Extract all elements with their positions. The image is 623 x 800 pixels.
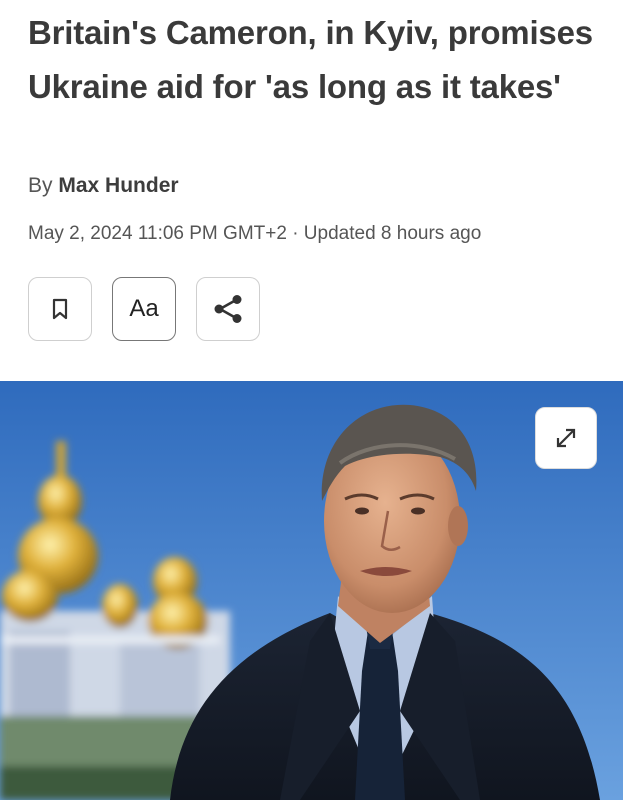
hero-photo [0, 381, 623, 800]
headline: Britain's Cameron, in Kyiv, promises Ukr… [28, 14, 593, 105]
byline-prefix: By [28, 174, 53, 197]
bookmark-button[interactable] [28, 277, 92, 341]
font-size-label: Aa [129, 295, 159, 322]
bookmark-icon [52, 298, 68, 320]
dateline: May 2, 2024 11:06 PM GMT+2 · Updated 8 h… [28, 223, 482, 244]
hero-image[interactable] [0, 381, 623, 800]
article-toolbar: Aa [28, 277, 260, 341]
share-icon [214, 295, 242, 323]
byline: By Max Hunder [28, 174, 179, 198]
expand-icon [556, 428, 576, 448]
author-link[interactable]: Max Hunder [58, 174, 178, 197]
share-button[interactable] [196, 277, 260, 341]
expand-button[interactable] [535, 407, 597, 469]
font-size-button[interactable]: Aa [112, 277, 176, 341]
